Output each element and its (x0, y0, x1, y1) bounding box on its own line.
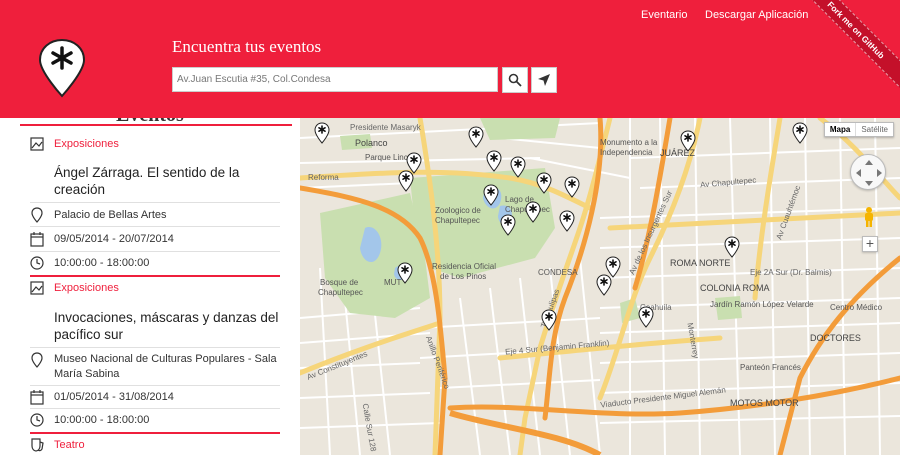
event-category[interactable]: Exposiciones (30, 136, 280, 152)
location-pin-icon (30, 352, 44, 368)
map-label: Chapultepec (435, 216, 480, 225)
calendar-icon (30, 231, 44, 247)
map-label: MOTOS MOTOR (730, 398, 799, 408)
venue-text: Palacio de Bellas Artes (54, 209, 167, 221)
divider (30, 251, 280, 252)
event-marker-icon[interactable] (536, 172, 552, 194)
event-marker-icon[interactable] (468, 126, 484, 148)
divider (30, 347, 280, 348)
panel-heading-text: Eventos (116, 118, 184, 124)
event-title[interactable]: Invocaciones, máscaras y danzas del pací… (54, 309, 279, 343)
clock-icon (30, 412, 44, 428)
category-label: Exposiciones (54, 138, 119, 150)
map-label: Presidente Masaryk (350, 123, 421, 132)
event-marker-icon[interactable] (397, 262, 413, 284)
map-label: Polanco (355, 138, 388, 148)
map-label: ROMA NORTE (670, 258, 731, 268)
pan-control[interactable] (850, 154, 886, 190)
map-type-map[interactable]: Mapa (825, 123, 855, 136)
dates-text: 01/05/2014 - 31/08/2014 (54, 391, 174, 403)
event-marker-icon[interactable] (564, 176, 580, 198)
map-label: Jardín Ramón López Velarde (710, 300, 814, 309)
hours-text: 10:00:00 - 18:00:00 (54, 414, 150, 426)
map-label: Eje 2A Sur (Dr. Balmis) (750, 268, 832, 277)
event-marker-icon[interactable] (541, 309, 557, 331)
event-marker-icon[interactable] (680, 130, 696, 152)
venue-text: Museo Nacional de Culturas Populares - S… (54, 353, 277, 380)
event-divider (30, 275, 280, 277)
map-label: Chapultepec (318, 288, 363, 297)
navigation-arrow-icon (538, 74, 550, 86)
search-icon (508, 73, 522, 87)
map-label: COLONIA ROMA (700, 283, 770, 293)
event-marker-icon[interactable] (525, 201, 541, 223)
map-label: Zoologico de (435, 206, 481, 215)
event-venue: Museo Nacional de Culturas Populares - S… (30, 352, 280, 382)
hours-text: 10:00:00 - 18:00:00 (54, 257, 150, 269)
divider (30, 226, 280, 227)
location-pin-icon (30, 207, 44, 223)
category-label: Exposiciones (54, 282, 119, 294)
event-marker-icon[interactable] (596, 274, 612, 296)
event-hours: 10:00:00 - 18:00:00 (30, 412, 280, 428)
map-type-control[interactable]: Mapa Satélite (823, 122, 894, 137)
search-input[interactable] (172, 67, 498, 92)
event-marker-icon[interactable] (483, 184, 499, 206)
panel-heading: Eventos (20, 118, 292, 126)
locate-button[interactable] (531, 67, 557, 93)
category-label: Teatro (54, 439, 85, 451)
divider (30, 385, 280, 386)
map-label: Residencia Oficial (432, 262, 497, 271)
event-title[interactable]: Ángel Zárraga. El sentido de la creación (54, 164, 279, 198)
map-label: CONDESA (538, 268, 578, 277)
event-marker-icon[interactable] (486, 150, 502, 172)
map-label: Independencia (600, 148, 653, 157)
event-category[interactable]: Teatro (30, 437, 280, 453)
map-label: Monumento a la (600, 138, 658, 147)
zoom-in-button[interactable]: + (862, 236, 878, 252)
map-label: Panteón Francés (740, 363, 801, 372)
event-marker-icon[interactable] (500, 214, 516, 236)
logo-pin-icon[interactable] (34, 38, 90, 98)
image-icon (30, 280, 44, 296)
image-icon (30, 136, 44, 152)
event-dates: 01/05/2014 - 31/08/2014 (30, 389, 280, 405)
map[interactable]: Presidente Masaryk Parque Lincoln Polanc… (300, 118, 900, 455)
map-type-satellite[interactable]: Satélite (855, 123, 893, 136)
event-marker-icon[interactable] (398, 170, 414, 192)
map-label: Bosque de (320, 278, 359, 287)
theater-masks-icon (30, 437, 44, 453)
dates-text: 09/05/2014 - 20/07/2014 (54, 233, 174, 245)
map-label: Reforma (308, 173, 339, 182)
map-label: DOCTORES (810, 333, 861, 343)
event-venue: Palacio de Bellas Artes (30, 207, 280, 223)
clock-icon (30, 255, 44, 271)
map-label: Centro Médico (830, 303, 883, 312)
divider (30, 202, 280, 203)
pan-arrows-icon (856, 160, 882, 186)
pegman-icon[interactable] (862, 206, 876, 228)
nav-eventario[interactable]: Eventario (641, 9, 687, 21)
event-marker-icon[interactable] (314, 122, 330, 144)
event-marker-icon[interactable] (638, 306, 654, 328)
header: Encuentra tus eventos Eventario Descarga… (0, 0, 900, 118)
fork-github-ribbon[interactable]: Fork me on GitHub (792, 0, 900, 94)
event-category[interactable]: Exposiciones (30, 280, 280, 296)
search-button[interactable] (502, 67, 528, 93)
events-panel: Eventos Exposiciones Ángel Zárraga. El s… (0, 118, 296, 455)
event-marker-icon[interactable] (724, 236, 740, 258)
event-marker-icon[interactable] (510, 156, 526, 178)
calendar-icon (30, 389, 44, 405)
event-marker-icon[interactable] (559, 210, 575, 232)
event-hours: 10:00:00 - 18:00:00 (30, 255, 280, 271)
nav-download-app[interactable]: Descargar Aplicación (705, 9, 808, 21)
app: Presidente Masaryk Parque Lincoln Polanc… (0, 0, 900, 455)
map-label: de Los Pinos (440, 272, 487, 281)
event-divider (30, 432, 280, 434)
event-dates: 09/05/2014 - 20/07/2014 (30, 231, 280, 247)
tagline: Encuentra tus eventos (172, 37, 322, 56)
divider (30, 408, 280, 409)
event-marker-icon[interactable] (792, 122, 808, 144)
